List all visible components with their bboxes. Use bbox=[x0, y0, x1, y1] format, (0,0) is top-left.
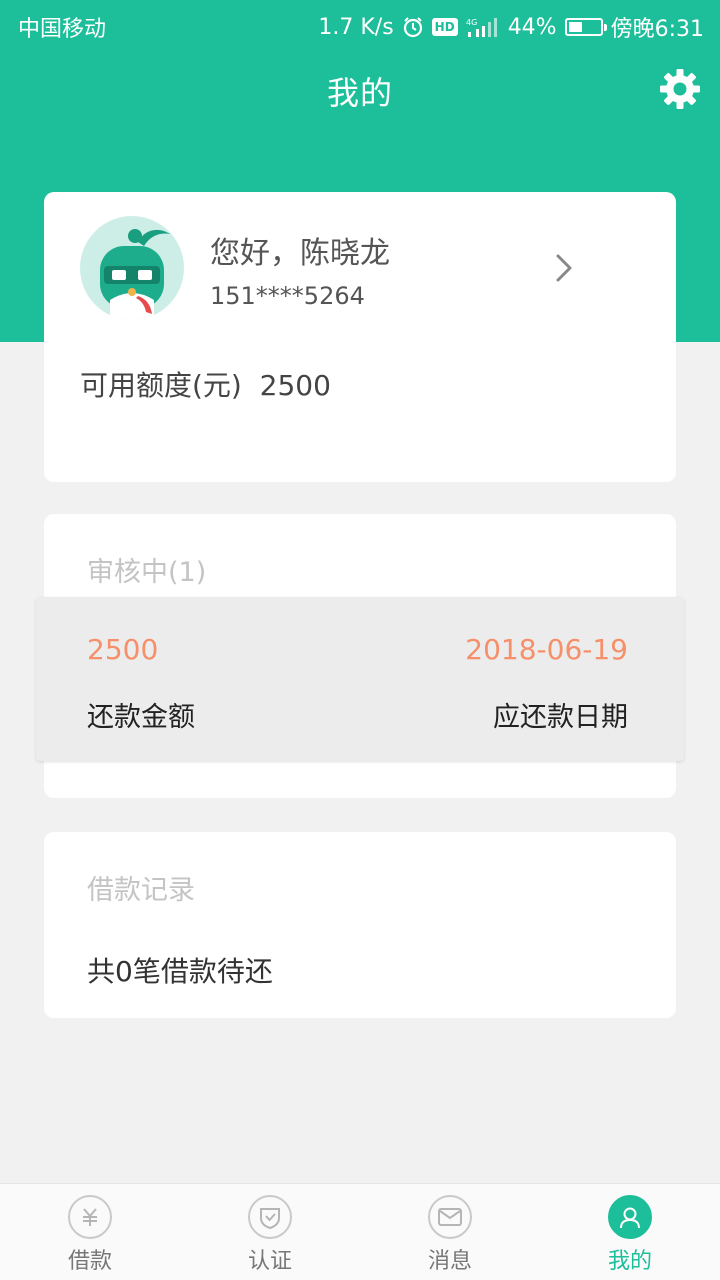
alarm-icon bbox=[402, 16, 424, 38]
chevron-right-icon bbox=[556, 254, 572, 282]
page-title: 我的 bbox=[326, 74, 393, 112]
status-bar: 中国移动 1.7 K/s HD 4G 44% 傍晚6:31 bbox=[0, 0, 720, 50]
nav-tab-verify[interactable]: 认证 bbox=[180, 1184, 360, 1280]
hd-badge: HD bbox=[431, 18, 458, 36]
battery-percent: 44% bbox=[507, 14, 557, 40]
mail-icon bbox=[428, 1195, 472, 1239]
repay-date-value: 2018-06-19 bbox=[465, 633, 628, 666]
battery-icon bbox=[564, 18, 607, 36]
records-heading: 借款记录 bbox=[87, 875, 195, 906]
nav-tab-loan[interactable]: 借款 bbox=[0, 1184, 180, 1280]
profile-card: 您好，陈晓龙 151****5264 可用额度(元) 2500 bbox=[44, 192, 676, 482]
nav-label-mine: 我的 bbox=[607, 1249, 652, 1274]
available-credit: 可用额度(元) 2500 bbox=[80, 364, 331, 404]
repay-amount-value: 2500 bbox=[87, 633, 159, 666]
bottom-navigation: 借款 认证 消息 我的 bbox=[0, 1183, 720, 1280]
nav-label-loan: 借款 bbox=[67, 1249, 112, 1274]
carrier-name: 中国移动 bbox=[18, 17, 107, 42]
nav-tab-mine[interactable]: 我的 bbox=[540, 1184, 720, 1280]
shield-check-icon bbox=[248, 1195, 292, 1239]
credit-label: 可用额度(元) bbox=[80, 369, 242, 402]
yuan-icon bbox=[68, 1195, 112, 1239]
user-phone: 151****5264 bbox=[210, 282, 365, 310]
records-summary: 共0笔借款待还 bbox=[87, 955, 273, 988]
repay-date-label: 应还款日期 bbox=[493, 702, 628, 733]
pending-loan-item[interactable]: 2500 2018-06-19 还款金额 应还款日期 bbox=[36, 597, 684, 761]
nav-tab-messages[interactable]: 消息 bbox=[360, 1184, 540, 1280]
loan-records-card[interactable]: 借款记录 共0笔借款待还 bbox=[44, 832, 676, 1018]
nav-label-verify: 认证 bbox=[247, 1249, 292, 1274]
review-heading: 审核中(1) bbox=[87, 557, 207, 588]
settings-button[interactable] bbox=[658, 67, 702, 111]
gear-icon bbox=[660, 69, 700, 109]
profile-detail-button[interactable] bbox=[548, 252, 580, 284]
user-icon bbox=[608, 1195, 652, 1239]
svg-text:4G: 4G bbox=[466, 18, 477, 27]
nav-label-messages: 消息 bbox=[427, 1249, 472, 1274]
credit-value: 2500 bbox=[259, 369, 331, 402]
repay-amount-label: 还款金额 bbox=[87, 702, 195, 733]
status-indicators: 1.7 K/s HD 4G 44% 傍晚6:31 bbox=[318, 11, 704, 43]
avatar[interactable] bbox=[80, 216, 184, 320]
signal-icon: 4G bbox=[466, 16, 500, 38]
network-speed: 1.7 K/s bbox=[318, 14, 394, 40]
user-greeting: 您好，陈晓龙 bbox=[210, 236, 390, 271]
clock-time: 傍晚6:31 bbox=[610, 17, 704, 42]
